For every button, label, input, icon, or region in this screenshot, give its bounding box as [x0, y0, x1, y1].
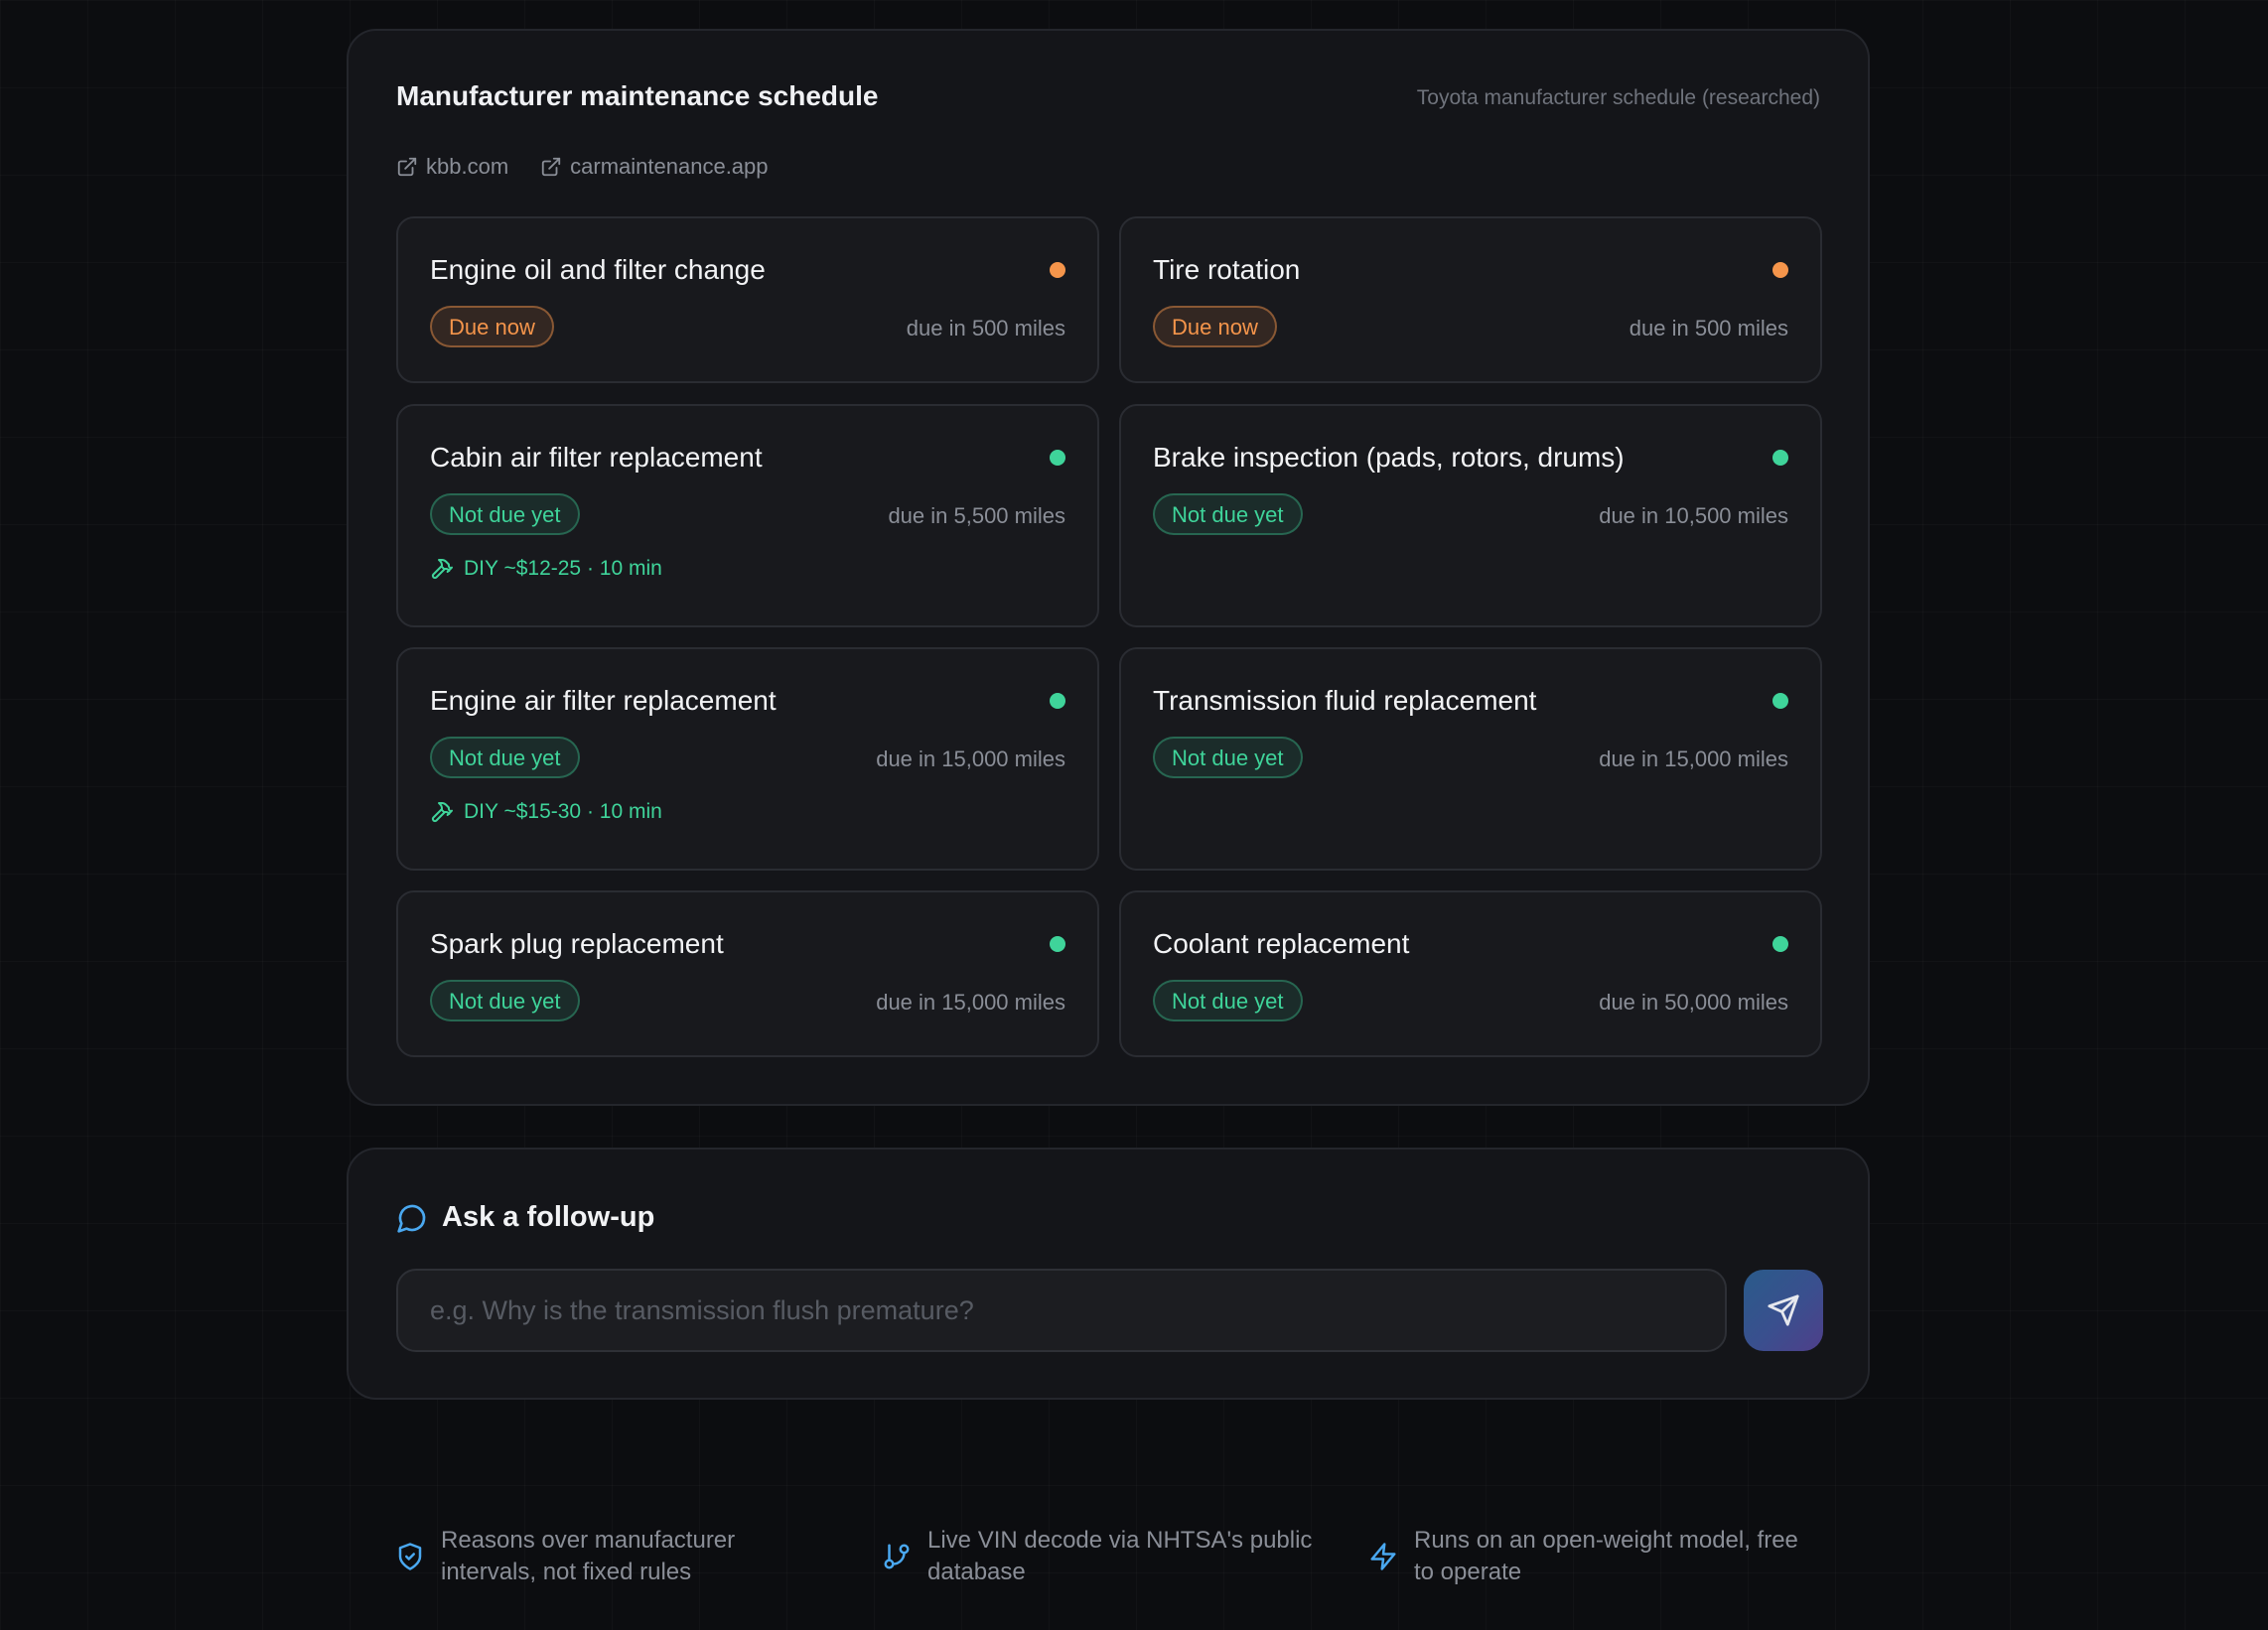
due-mileage: due in 500 miles: [906, 316, 1065, 340]
feature-text: Reasons over manufacturer intervals, not…: [441, 1525, 735, 1588]
hammer-icon: [431, 801, 453, 823]
external-link-icon: [397, 157, 417, 177]
feature-line: database: [927, 1559, 1026, 1585]
due-mileage: due in 15,000 miles: [876, 990, 1065, 1015]
card-title: Tire rotation: [1153, 254, 1301, 285]
status-dot-ok: [1772, 936, 1788, 952]
source-link-carmaintenance[interactable]: carmaintenance.app: [540, 154, 769, 180]
maintenance-card[interactable]: Spark plug replacement Not due yet due i…: [396, 890, 1099, 1057]
external-link-icon: [541, 157, 561, 177]
due-mileage: due in 15,000 miles: [1599, 747, 1788, 771]
sources-list: kbb.com carmaintenance.app: [396, 154, 769, 180]
git-branch-icon: [884, 1544, 910, 1569]
feature-item: Runs on an open-weight model, free to op…: [1368, 1525, 1798, 1588]
status-dot-ok: [1050, 693, 1065, 709]
feature-item: Live VIN decode via NHTSA's public datab…: [882, 1525, 1312, 1588]
feature-line: to operate: [1414, 1559, 1522, 1585]
due-mileage: due in 5,500 miles: [888, 503, 1065, 528]
followup-header: Ask a follow-up: [396, 1201, 654, 1234]
feature-line: Runs on an open-weight model, free: [1414, 1527, 1798, 1554]
status-badge: Not due yet: [1153, 493, 1303, 535]
panel-subtitle: Toyota manufacturer schedule (researched…: [1416, 86, 1820, 109]
due-mileage: due in 50,000 miles: [1599, 990, 1788, 1015]
due-mileage: due in 10,500 miles: [1599, 503, 1788, 528]
status-badge: Due now: [430, 306, 554, 347]
feature-text: Runs on an open-weight model, free to op…: [1414, 1525, 1798, 1588]
followup-panel: Ask a follow-up: [347, 1148, 1870, 1400]
maintenance-card[interactable]: Cabin air filter replacement Not due yet…: [396, 404, 1099, 627]
maintenance-card[interactable]: Tire rotation Due now due in 500 miles: [1119, 216, 1822, 383]
card-title: Engine air filter replacement: [430, 685, 777, 716]
hammer-icon: [431, 558, 453, 580]
source-link-label: kbb.com: [426, 154, 509, 179]
maintenance-card[interactable]: Transmission fluid replacement Not due y…: [1119, 647, 1822, 871]
send-button[interactable]: [1744, 1270, 1823, 1351]
card-title: Spark plug replacement: [430, 928, 724, 959]
status-badge: Not due yet: [430, 737, 580, 778]
source-link-kbb[interactable]: kbb.com: [396, 154, 508, 180]
status-badge: Not due yet: [430, 980, 580, 1021]
chat-bubble-icon: [397, 1204, 426, 1233]
feature-text: Live VIN decode via NHTSA's public datab…: [927, 1525, 1312, 1588]
card-title: Coolant replacement: [1153, 928, 1410, 959]
followup-input[interactable]: [396, 1269, 1727, 1352]
due-mileage: due in 15,000 miles: [876, 747, 1065, 771]
diy-estimate: DIY ~$12-25 · 10 min: [430, 557, 662, 581]
card-title: Cabin air filter replacement: [430, 442, 763, 473]
send-icon: [1768, 1294, 1799, 1326]
feature-list: Reasons over manufacturer intervals, not…: [395, 1525, 1825, 1594]
maintenance-card[interactable]: Brake inspection (pads, rotors, drums) N…: [1119, 404, 1822, 627]
diy-estimate-label: DIY ~$12-25 · 10 min: [464, 557, 662, 580]
status-badge: Not due yet: [430, 493, 580, 535]
card-title: Engine oil and filter change: [430, 254, 766, 285]
status-badge: Not due yet: [1153, 737, 1303, 778]
maintenance-schedule-panel: Manufacturer maintenance schedule Toyota…: [347, 29, 1870, 1106]
lightning-icon: [1370, 1543, 1396, 1570]
maintenance-card[interactable]: Coolant replacement Not due yet due in 5…: [1119, 890, 1822, 1057]
status-dot-due: [1772, 262, 1788, 278]
diy-estimate-label: DIY ~$15-30 · 10 min: [464, 800, 662, 823]
feature-line: Live VIN decode via NHTSA's public: [927, 1527, 1313, 1554]
status-dot-ok: [1772, 450, 1788, 466]
card-title: Transmission fluid replacement: [1153, 685, 1537, 716]
due-mileage: due in 500 miles: [1629, 316, 1788, 340]
maintenance-card[interactable]: Engine air filter replacement Not due ye…: [396, 647, 1099, 871]
shield-check-icon: [398, 1543, 422, 1570]
status-dot-ok: [1772, 693, 1788, 709]
maintenance-card[interactable]: Engine oil and filter change Due now due…: [396, 216, 1099, 383]
followup-title: Ask a follow-up: [442, 1201, 655, 1233]
diy-estimate: DIY ~$15-30 · 10 min: [430, 800, 662, 824]
feature-item: Reasons over manufacturer intervals, not…: [395, 1525, 735, 1588]
status-badge: Due now: [1153, 306, 1277, 347]
card-title: Brake inspection (pads, rotors, drums): [1153, 442, 1625, 473]
source-link-label: carmaintenance.app: [570, 154, 769, 179]
feature-line: Reasons over manufacturer: [441, 1527, 736, 1554]
feature-line: intervals, not fixed rules: [441, 1559, 692, 1585]
status-badge: Not due yet: [1153, 980, 1303, 1021]
panel-title: Manufacturer maintenance schedule: [396, 80, 879, 111]
status-dot-ok: [1050, 936, 1065, 952]
status-dot-ok: [1050, 450, 1065, 466]
status-dot-due: [1050, 262, 1065, 278]
